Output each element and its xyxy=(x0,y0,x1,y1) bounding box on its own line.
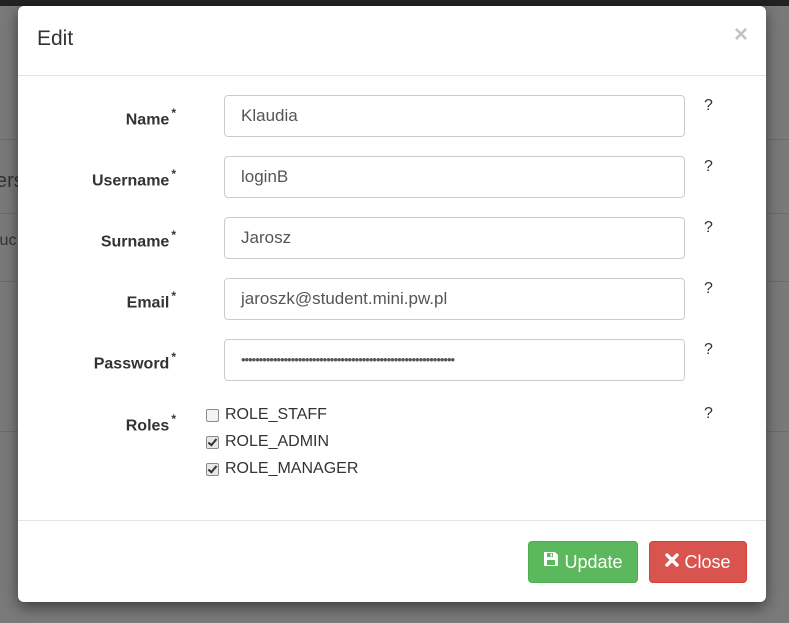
password-input[interactable]: ••••••••••••••••••••••••••••••••••••••••… xyxy=(224,339,685,381)
password-row: Password * ••••••••••••••••••••••••••••••… xyxy=(18,339,766,383)
close-icon[interactable]: × xyxy=(734,23,748,47)
update-button-label: Update xyxy=(564,552,623,572)
email-label: Email * xyxy=(126,289,176,312)
required-asterisk: * xyxy=(171,106,176,120)
modal-header: Edit × xyxy=(18,6,766,76)
required-asterisk: * xyxy=(171,412,176,426)
username-input[interactable]: loginB xyxy=(224,156,685,198)
username-help-icon[interactable]: ? xyxy=(704,158,713,176)
save-icon xyxy=(543,541,559,581)
role-admin-checkbox[interactable] xyxy=(206,436,219,449)
role-manager-label[interactable]: ROLE_MANAGER xyxy=(225,460,358,478)
password-help-icon[interactable]: ? xyxy=(704,341,713,359)
role-manager-checkbox[interactable] xyxy=(206,463,219,476)
required-asterisk: * xyxy=(171,228,176,242)
surname-help-icon[interactable]: ? xyxy=(704,219,713,237)
times-icon xyxy=(665,541,680,581)
role-staff-label[interactable]: ROLE_STAFF xyxy=(225,406,327,424)
name-input[interactable]: Klaudia xyxy=(224,95,685,137)
surname-input[interactable]: Jarosz xyxy=(224,217,685,259)
roles-help-icon[interactable]: ? xyxy=(704,405,713,423)
name-label: Name * xyxy=(125,106,176,129)
roles-group: Roles * ? ROLE_STAFF ROLE_ADMIN ROLE_MANA… xyxy=(18,404,766,494)
email-row: Email * jaroszk@student.mini.pw.pl ? xyxy=(18,278,766,322)
edit-modal: Edit × Name * Klaudia ? Username * loginB … xyxy=(18,6,766,602)
email-help-icon[interactable]: ? xyxy=(704,280,713,298)
update-button[interactable]: Update xyxy=(528,541,638,583)
name-help-icon[interactable]: ? xyxy=(704,97,713,115)
roles-label: Roles * xyxy=(125,412,176,435)
password-label: Password * xyxy=(93,350,176,373)
required-asterisk: * xyxy=(171,289,176,303)
required-asterisk: * xyxy=(171,167,176,181)
required-asterisk: * xyxy=(171,350,176,364)
background-cell: luc xyxy=(0,232,17,249)
role-admin-label[interactable]: ROLE_ADMIN xyxy=(225,433,329,451)
role-staff-checkbox[interactable] xyxy=(206,409,219,422)
close-button-label: Close xyxy=(684,552,731,572)
modal-footer-divider xyxy=(18,520,766,521)
surname-row: Surname * Jarosz ? xyxy=(18,217,766,261)
close-button[interactable]: Close xyxy=(649,541,747,583)
surname-label: Surname * xyxy=(100,228,176,251)
checkmark-icon xyxy=(207,463,218,474)
checkmark-icon xyxy=(207,436,218,447)
modal-title: Edit xyxy=(37,27,74,50)
email-input[interactable]: jaroszk@student.mini.pw.pl xyxy=(224,278,685,320)
username-label: Username * xyxy=(91,167,176,190)
username-row: Username * loginB ? xyxy=(18,156,766,200)
name-row: Name * Klaudia ? xyxy=(18,95,766,139)
